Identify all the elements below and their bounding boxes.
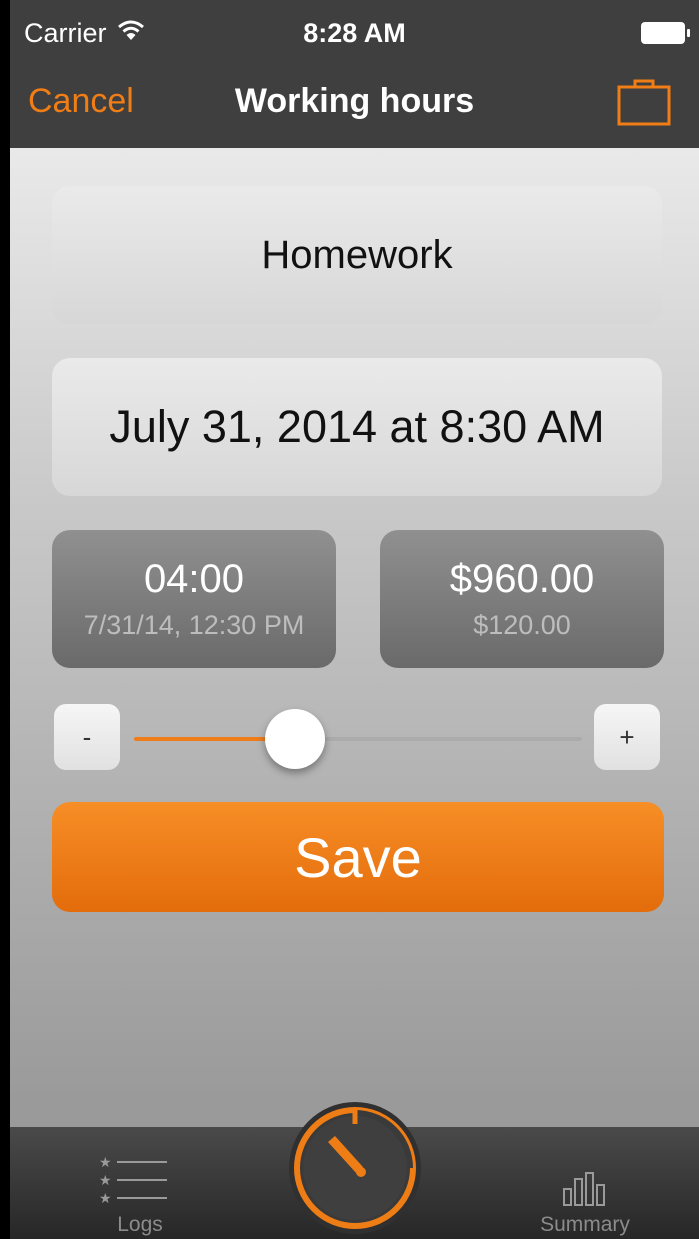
duration-slider-thumb[interactable]	[265, 709, 326, 769]
status-time: 8:28 AM	[303, 18, 406, 48]
decrement-button[interactable]: -	[54, 704, 120, 770]
svg-text:★: ★	[99, 1191, 112, 1207]
project-field[interactable]: Homework	[52, 186, 662, 324]
timer-icon[interactable]	[287, 1080, 423, 1239]
save-button[interactable]: Save	[52, 802, 664, 912]
start-date-field[interactable]: July 31, 2014 at 8:30 AM	[52, 358, 662, 496]
total-amount: $960.00	[449, 557, 595, 601]
tab-summary[interactable]: Summary	[520, 1151, 650, 1239]
amount-card[interactable]: $960.00 $120.00	[380, 530, 664, 668]
svg-text:★: ★	[99, 1173, 112, 1189]
tab-logs-label: Logs	[117, 1213, 163, 1236]
svg-text:★: ★	[99, 1155, 112, 1171]
hourly-rate: $120.00	[473, 610, 571, 640]
logs-icon: ★ ★ ★	[99, 1155, 167, 1207]
status-bar: Carrier 8:28 AM	[10, 0, 699, 60]
increment-button[interactable]: +	[594, 704, 660, 770]
navigation-bar: Cancel Working hours	[10, 60, 699, 148]
app-screen: Carrier 8:28 AM Cancel Working hours Hom…	[10, 0, 699, 1239]
end-datetime: 7/31/14, 12:30 PM	[83, 610, 305, 640]
header: Carrier 8:28 AM Cancel Working hours	[10, 0, 699, 148]
page-title: Working hours	[234, 82, 475, 120]
battery-icon	[641, 22, 690, 44]
bar-chart-icon	[563, 1172, 605, 1206]
project-name: Homework	[261, 232, 453, 277]
briefcase-icon[interactable]	[616, 77, 672, 127]
tab-summary-label: Summary	[540, 1213, 630, 1236]
duration-value: 04:00	[143, 557, 245, 601]
tab-logs[interactable]: ★ ★ ★ Logs	[80, 1151, 200, 1239]
duration-card[interactable]: 04:00 7/31/14, 12:30 PM	[52, 530, 336, 668]
start-datetime: July 31, 2014 at 8:30 AM	[109, 401, 605, 452]
